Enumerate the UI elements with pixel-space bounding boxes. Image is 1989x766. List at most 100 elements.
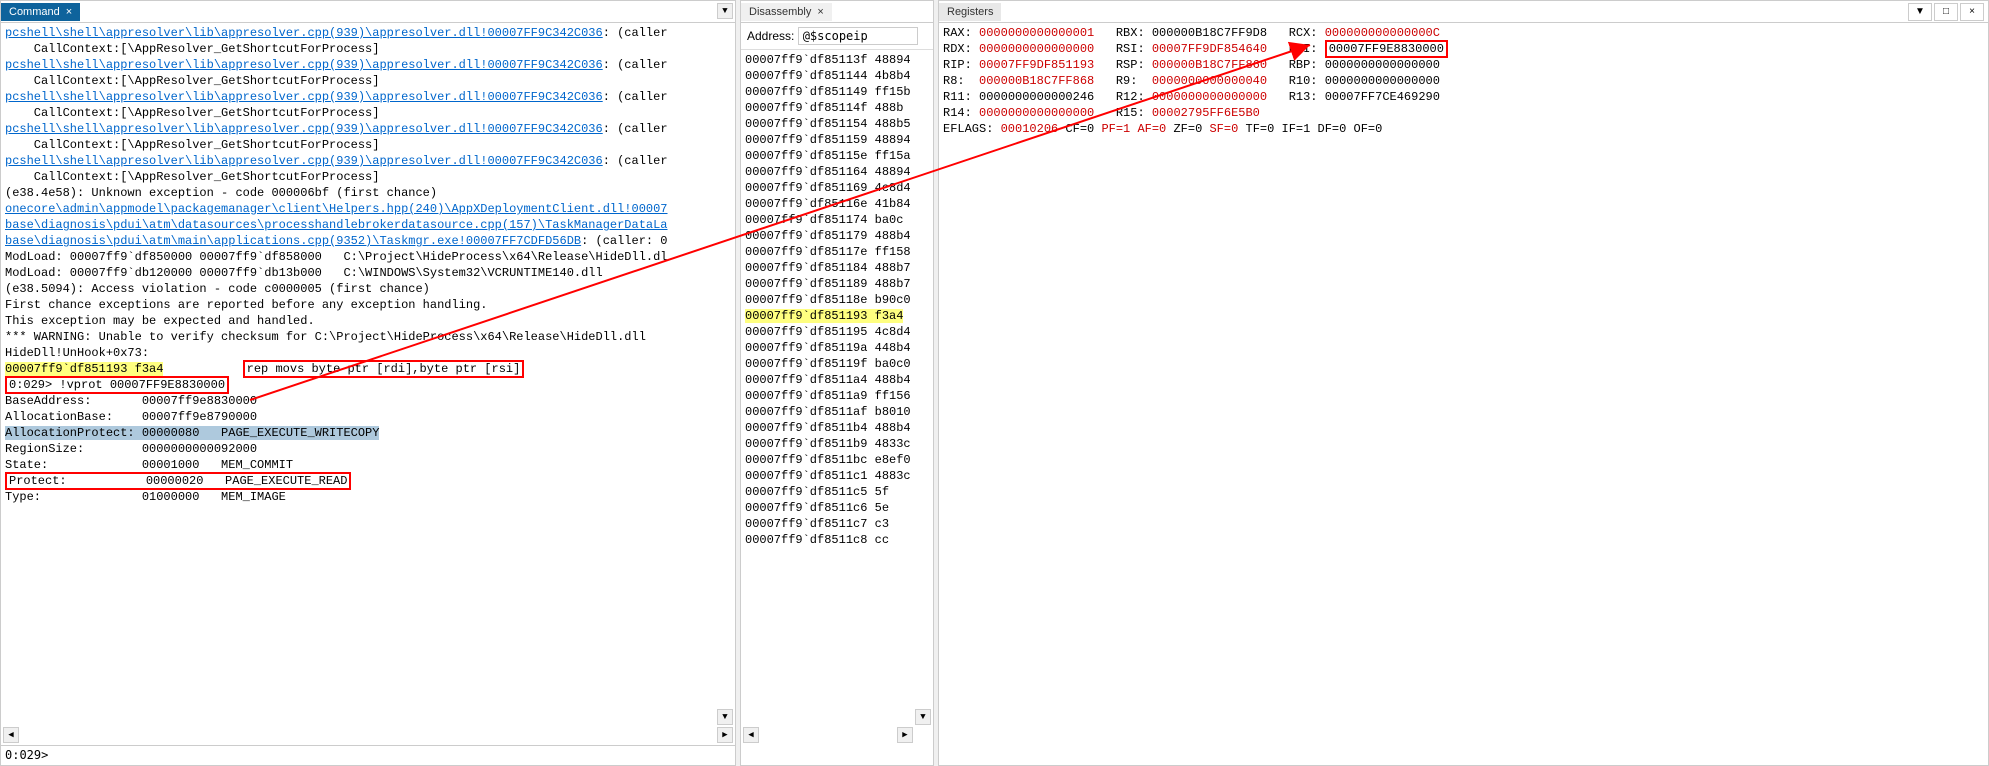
disasm-line: 00007ff9`df8511bc e8ef0: [745, 453, 911, 467]
register-value: 0000000000000000: [1152, 90, 1267, 104]
disasm-line: 00007ff9`df851169 4c8d4: [745, 181, 911, 195]
register-name: R13:: [1289, 90, 1318, 104]
register-value: 0000000000000001: [979, 26, 1094, 40]
register-value: 0000000000000000: [1325, 74, 1440, 88]
disasm-line: 00007ff9`df851174 ba0c: [745, 213, 903, 227]
register-value: 000000B18C7FF860: [1152, 58, 1267, 72]
register-value: 0000000000000040: [1152, 74, 1267, 88]
disasm-line: 00007ff9`df8511a9 ff156: [745, 389, 911, 403]
eflags-line: EFLAGS: 00010206 CF=0 PF=1 AF=0 ZF=0 SF=…: [943, 122, 1382, 136]
disasm-line: 00007ff9`df851164 48894: [745, 165, 911, 179]
vprot-row: State: 00001000 MEM_COMMIT: [5, 458, 293, 472]
register-value: 0000000000000246: [979, 90, 1094, 104]
source-link[interactable]: base\diagnosis\pdui\atm\main\application…: [5, 234, 581, 248]
disasm-line: 00007ff9`df8511c6 5e: [745, 501, 889, 515]
source-link[interactable]: pcshell\shell\appresolver\lib\appresolve…: [5, 58, 603, 72]
command-prompt-label: 0:029>: [5, 748, 48, 762]
register-name: RSI:: [1116, 42, 1145, 56]
source-link[interactable]: pcshell\shell\appresolver\lib\appresolve…: [5, 90, 603, 104]
register-value: 00002795FF6E5B0: [1152, 106, 1260, 120]
disasm-line: 00007ff9`df851149 ff15b: [745, 85, 911, 99]
register-name: RCX:: [1289, 26, 1318, 40]
registers-content[interactable]: RAX: 0000000000000001 RBX: 000000B18C7FF…: [939, 23, 1988, 765]
disasm-tab-header: Disassembly ×: [741, 1, 933, 23]
disasm-line: 00007ff9`df85119a 448b4: [745, 341, 911, 355]
close-button[interactable]: ×: [1960, 3, 1984, 21]
source-link[interactable]: base\diagnosis\pdui\atm\datasources\proc…: [5, 218, 668, 232]
output-line: CallContext:[\AppResolver_GetShortcutFor…: [5, 170, 387, 184]
registers-tab[interactable]: Registers: [939, 3, 1001, 21]
register-value: 000000B18C7FF868: [979, 74, 1094, 88]
register-value: 0000000000000000: [979, 106, 1094, 120]
register-name: R12:: [1116, 90, 1145, 104]
output-line: ModLoad: 00007ff9`db120000 00007ff9`db13…: [5, 266, 603, 280]
disasm-line: 00007ff9`df85119f ba0c0: [745, 357, 911, 371]
disasm-line: 00007ff9`df85113f 48894: [745, 53, 911, 67]
disasm-line: 00007ff9`df85115e ff15a: [745, 149, 911, 163]
output-line: (e38.4e58): Unknown exception - code 000…: [5, 186, 437, 200]
disasm-line: 00007ff9`df8511c5 5f: [745, 485, 889, 499]
register-name: R9:: [1116, 74, 1145, 88]
register-name: R14:: [943, 106, 972, 120]
output-line: First chance exceptions are reported bef…: [5, 298, 487, 312]
registers-tab-header: Registers ▼ □ ×: [939, 1, 1988, 23]
vprot-row: Type: 01000000 MEM_IMAGE: [5, 490, 286, 504]
scroll-down-icon[interactable]: ▼: [717, 709, 733, 725]
dropdown-button[interactable]: ▼: [1908, 3, 1932, 21]
register-value: 00007FF9DF854640: [1152, 42, 1267, 56]
output-line: CallContext:[\AppResolver_GetShortcutFor…: [5, 42, 387, 56]
registers-pane: Registers ▼ □ × RAX: 0000000000000001 RB…: [938, 0, 1989, 766]
source-link[interactable]: pcshell\shell\appresolver\lib\appresolve…: [5, 122, 603, 136]
maximize-button[interactable]: □: [1934, 3, 1958, 21]
disasm-current-line: 00007ff9`df851193 f3a4: [745, 309, 903, 323]
register-name: RDX:: [943, 42, 972, 56]
output-line: This exception may be expected and handl…: [5, 314, 315, 328]
scroll-right-icon[interactable]: ▶: [717, 727, 733, 743]
register-value: 0000000000000000: [1325, 58, 1440, 72]
scroll-down-icon[interactable]: ▼: [915, 709, 931, 725]
output-line: CallContext:[\AppResolver_GetShortcutFor…: [5, 138, 387, 152]
scroll-left-icon[interactable]: ◀: [3, 727, 19, 743]
disasm-line: 00007ff9`df85116e 41b84: [745, 197, 911, 211]
disasm-line: 00007ff9`df85118e b90c0: [745, 293, 911, 307]
disasm-line: 00007ff9`df85114f 488b: [745, 101, 903, 115]
register-name: R15:: [1116, 106, 1145, 120]
register-name: RBP:: [1289, 58, 1318, 72]
disasm-line: 00007ff9`df851195 4c8d4: [745, 325, 911, 339]
output-line: (e38.5094): Access violation - code c000…: [5, 282, 430, 296]
output-line: HideDll!UnHook+0x73:: [5, 346, 149, 360]
vprot-row: BaseAddress: 00007ff9e8830000: [5, 394, 279, 408]
register-name: RIP:: [943, 58, 972, 72]
vprot-row: AllocationProtect: 00000080 PAGE_EXECUTE…: [5, 426, 379, 440]
disassembly-tab-label: Disassembly: [749, 6, 811, 18]
command-prompt-input[interactable]: 0:029>: [1, 745, 735, 765]
close-icon[interactable]: ×: [66, 6, 72, 18]
command-pane: Command × ▼ pcshell\shell\appresolver\li…: [0, 0, 736, 766]
register-name: R11:: [943, 90, 972, 104]
source-link[interactable]: pcshell\shell\appresolver\lib\appresolve…: [5, 26, 603, 40]
output-line: *** WARNING: Unable to verify checksum f…: [5, 330, 646, 344]
disasm-line: 00007ff9`df851184 488b7: [745, 261, 911, 275]
vprot-row: Protect: 00000020 PAGE_EXECUTE_READ: [5, 472, 351, 490]
command-tab[interactable]: Command ×: [1, 3, 80, 21]
close-icon[interactable]: ×: [817, 6, 823, 18]
register-name: RBX:: [1116, 26, 1145, 40]
source-link[interactable]: onecore\admin\appmodel\packagemanager\cl…: [5, 202, 668, 216]
register-value: 000000B18C7FF9D8: [1152, 26, 1267, 40]
scroll-left-icon[interactable]: ◀: [743, 727, 759, 743]
register-name: RDI:: [1289, 42, 1318, 56]
register-name: RAX:: [943, 26, 972, 40]
disasm-line: 00007ff9`df8511c7 c3: [745, 517, 889, 531]
disasm-line: 00007ff9`df8511af b8010: [745, 405, 911, 419]
scroll-down-icon[interactable]: ▼: [717, 3, 733, 19]
disassembly-content[interactable]: 00007ff9`df85113f 48894 00007ff9`df85114…: [741, 50, 933, 764]
disasm-line: 00007ff9`df8511b4 488b4: [745, 421, 911, 435]
register-value: 0000000000000000: [979, 42, 1094, 56]
address-input[interactable]: [798, 27, 918, 45]
disassembly-tab[interactable]: Disassembly ×: [741, 3, 832, 21]
output-line: ModLoad: 00007ff9`df850000 00007ff9`df85…: [5, 250, 668, 264]
source-link[interactable]: pcshell\shell\appresolver\lib\appresolve…: [5, 154, 603, 168]
register-name: RSP:: [1116, 58, 1145, 72]
scroll-right-icon[interactable]: ▶: [897, 727, 913, 743]
command-content[interactable]: pcshell\shell\appresolver\lib\appresolve…: [1, 23, 735, 765]
